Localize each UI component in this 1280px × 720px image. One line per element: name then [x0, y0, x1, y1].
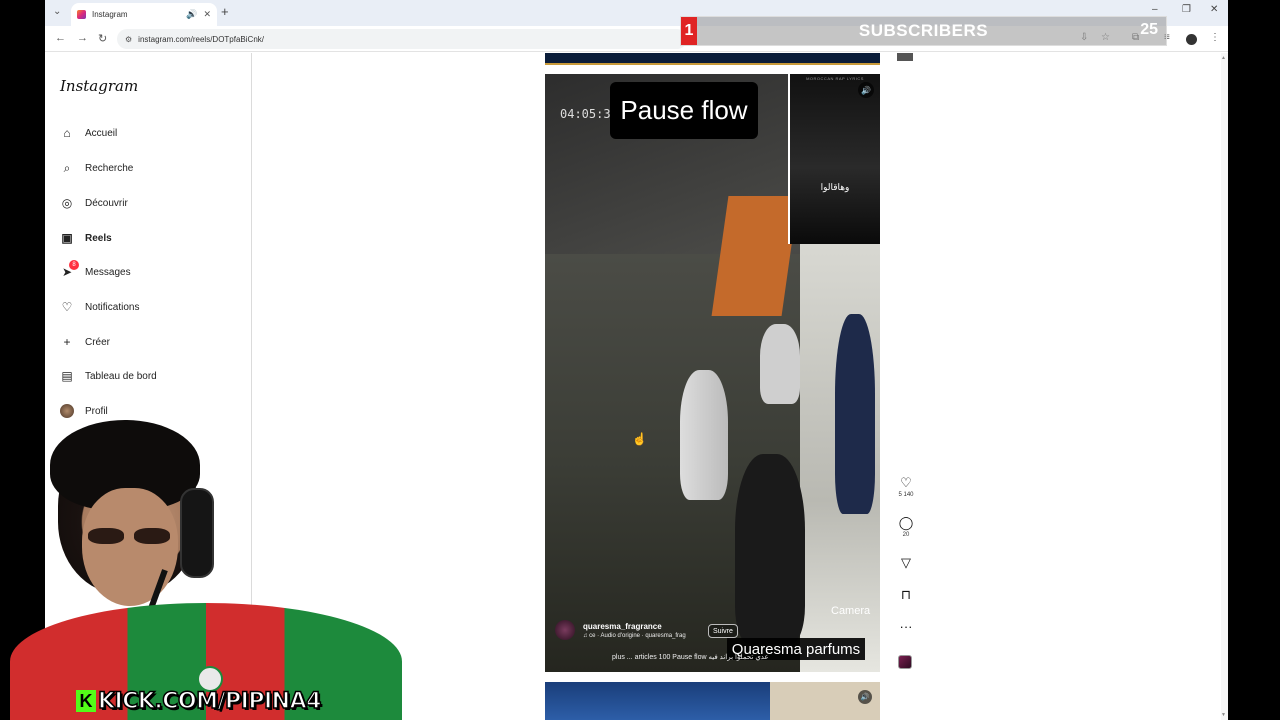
- instagram-logo[interactable]: Instagram: [60, 77, 138, 95]
- tab-title: Instagram: [92, 10, 128, 19]
- profile-avatar: [59, 403, 75, 419]
- new-tab-button[interactable]: +: [221, 4, 229, 19]
- save-button[interactable]: ⊓: [895, 588, 917, 602]
- like-count: 5 140: [898, 492, 914, 498]
- sidebar-item-label: Tableau de bord: [85, 370, 157, 382]
- sidebar-item-messages[interactable]: ➤ 8 Messages: [59, 260, 131, 282]
- scroll-up-icon[interactable]: ▲: [1221, 55, 1226, 61]
- forward-icon[interactable]: →: [77, 32, 88, 44]
- stream-frame: ⌄ Instagram 🔊 ✕ + – ❐ ✕ ← → ↻ ⚙ instagra…: [0, 0, 1280, 720]
- previous-reel-avatar[interactable]: [897, 53, 913, 61]
- kick-url: KICK.COM/PIPINA4: [97, 688, 322, 715]
- subscriber-goal-bar: 1 SUBSCRIBERS 25: [680, 16, 1167, 46]
- kick-channel-watermark: K KICK.COM/PIPINA4: [76, 688, 322, 715]
- audio-thumbnail[interactable]: [898, 655, 912, 669]
- more-options-button[interactable]: ···: [895, 620, 917, 634]
- like-button[interactable]: ♡ 5 140: [895, 475, 917, 499]
- url-text: instagram.com/reels/DOTpfaBiCnk/: [138, 34, 264, 44]
- heart-icon: ♡: [900, 475, 912, 490]
- sidebar-item-label: Recherche: [85, 162, 134, 174]
- next-reel-volume-icon[interactable]: 🔊: [858, 690, 872, 704]
- author-avatar[interactable]: [555, 620, 575, 640]
- heart-icon: ♡: [61, 300, 73, 314]
- messenger-icon: ➤ 8: [59, 260, 79, 280]
- headset: [180, 488, 214, 578]
- window-close-icon[interactable]: ✕: [1210, 4, 1218, 15]
- kick-logo-icon: K: [76, 690, 96, 712]
- subscriber-goal: 25: [1140, 21, 1158, 38]
- search-icon: ⌕: [63, 160, 71, 175]
- plus-icon: +: [63, 335, 71, 349]
- scroll-down-icon[interactable]: ▼: [1221, 712, 1226, 718]
- video-person: [760, 324, 800, 404]
- inset-clip-header: MOROCCAN RAP LYRICS: [806, 76, 864, 81]
- sidebar-item-decouvrir[interactable]: ◎ Découvrir: [59, 193, 128, 213]
- page-scrollbar[interactable]: ▲ ▼: [1221, 53, 1228, 720]
- sunglasses: [88, 528, 174, 546]
- back-icon[interactable]: ←: [55, 32, 66, 44]
- inset-clip: MOROCCAN RAP LYRICS وهاقالوا: [788, 74, 880, 244]
- profile-avatar-icon[interactable]: [1186, 34, 1197, 45]
- home-icon: ⌂: [63, 126, 71, 140]
- reel-video[interactable]: 04:05:35 Pause flow MOROCCAN RAP LYRICS …: [545, 74, 880, 672]
- inset-clip-text: وهاقالوا: [820, 182, 850, 192]
- comment-icon: ◯: [898, 515, 914, 530]
- streamer-face: [82, 488, 178, 606]
- site-info-icon[interactable]: ⚙: [125, 35, 132, 44]
- author-username[interactable]: quaresma_fragrance: [583, 622, 686, 631]
- address-bar[interactable]: ⚙ instagram.com/reels/DOTpfaBiCnk/: [117, 29, 687, 49]
- compass-icon: ◎: [61, 196, 73, 210]
- restore-icon[interactable]: ❐: [1182, 4, 1191, 15]
- reload-icon[interactable]: ↻: [98, 32, 107, 45]
- comment-button[interactable]: ◯ 20: [895, 515, 917, 539]
- tab-close-icon[interactable]: ✕: [203, 9, 211, 20]
- comment-count: 20: [902, 532, 910, 538]
- video-person: [835, 314, 875, 514]
- sidebar-item-tableau-de-bord[interactable]: ▤ Tableau de bord: [59, 366, 157, 386]
- bookmark-icon: ⊓: [900, 587, 912, 602]
- follow-button[interactable]: Suivre: [708, 624, 738, 638]
- tab-audio-icon[interactable]: 🔊: [186, 9, 197, 20]
- minimize-icon[interactable]: –: [1152, 4, 1158, 15]
- sidebar-item-label: Découvrir: [85, 197, 128, 209]
- sidebar-item-label: Créer: [85, 336, 111, 348]
- video-person: [735, 454, 805, 644]
- reels-icon: ▣: [61, 231, 73, 245]
- next-reel-preview[interactable]: 🔊: [545, 682, 880, 720]
- tab-search-chevron-icon[interactable]: ⌄: [53, 6, 61, 17]
- sidebar-item-recherche[interactable]: ⌕ Recherche: [59, 158, 134, 178]
- more-icon: ···: [899, 619, 913, 634]
- sidebar-item-creer[interactable]: + Créer: [59, 332, 110, 352]
- tab-instagram[interactable]: Instagram 🔊 ✕: [71, 3, 217, 26]
- previous-reel-preview[interactable]: [545, 53, 880, 65]
- video-person: [680, 370, 728, 500]
- sidebar-item-label: Messages: [85, 266, 131, 278]
- streamer-webcam: [10, 418, 402, 720]
- sidebar-item-label: Profil: [85, 405, 108, 417]
- volume-icon[interactable]: 🔊: [858, 82, 874, 98]
- sidebar-item-accueil[interactable]: ⌂ Accueil: [59, 123, 117, 143]
- dashboard-icon: ▤: [61, 369, 73, 383]
- send-icon: ▽: [901, 555, 911, 570]
- reel-caption[interactable]: plus ... articles 100 Pause flow عدي تحم…: [612, 653, 769, 661]
- menu-kebab-icon[interactable]: ⋮: [1210, 32, 1220, 43]
- hand-cursor-icon: ☝: [632, 432, 647, 446]
- reel-author[interactable]: quaresma_fragrance ♫ ce · Audio d'origin…: [555, 620, 686, 640]
- sidebar-item-label: Accueil: [85, 127, 118, 139]
- reel-title-overlay: Pause flow: [610, 82, 758, 139]
- messages-badge: 8: [69, 260, 79, 270]
- audio-label[interactable]: ♫ ce · Audio d'origine · quaresma_frag: [583, 633, 686, 639]
- sidebar-item-notifications[interactable]: ♡ Notifications: [59, 297, 140, 317]
- sidebar-item-label: Notifications: [85, 301, 140, 313]
- share-button[interactable]: ▽: [895, 556, 917, 570]
- subscriber-label: SUBSCRIBERS: [858, 21, 989, 40]
- instagram-favicon-icon: [77, 10, 86, 19]
- camera-label: Camera: [831, 605, 871, 617]
- sidebar-item-reels[interactable]: ▣ Reels: [59, 228, 112, 248]
- sidebar-item-label: Reels: [85, 232, 112, 244]
- audio-text: ce · Audio d'origine · quaresma_frag: [589, 632, 686, 639]
